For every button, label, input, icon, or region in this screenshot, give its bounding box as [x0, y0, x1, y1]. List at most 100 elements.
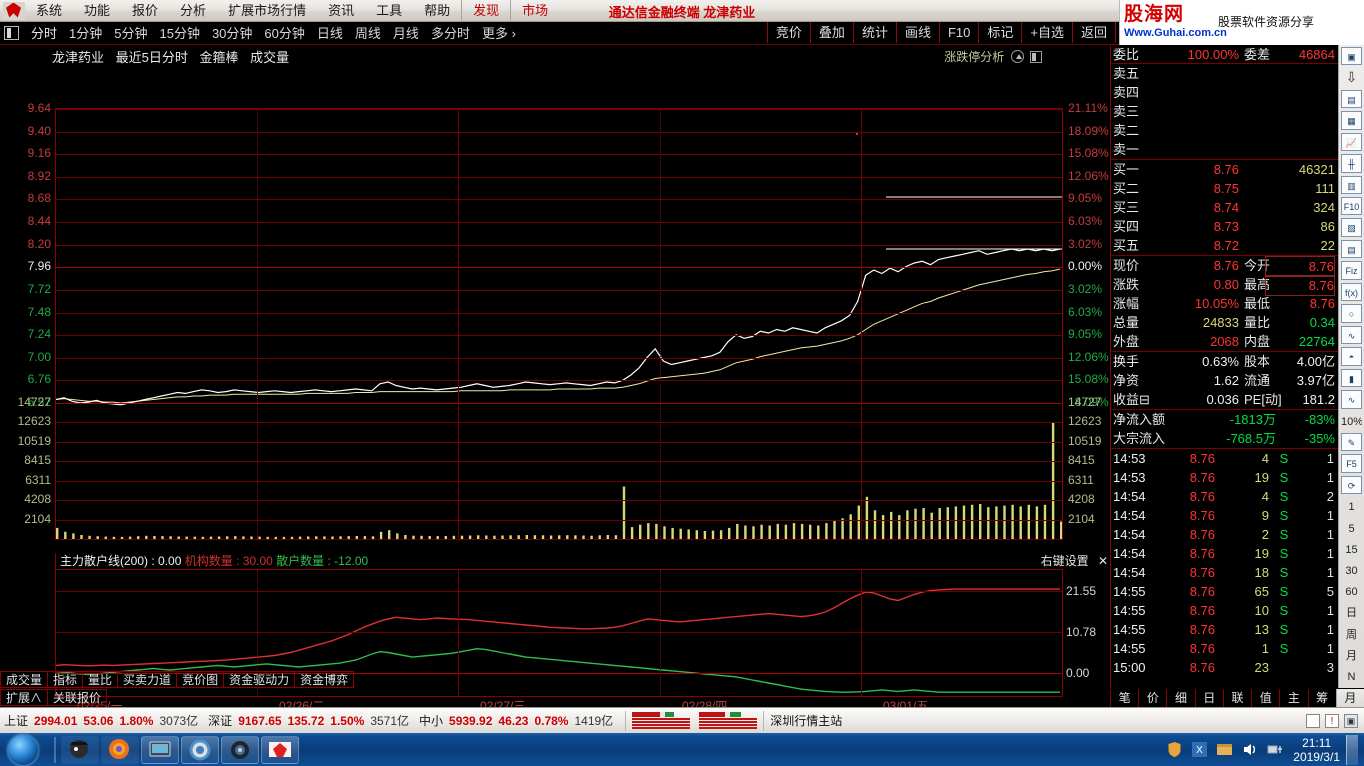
- button-statistics[interactable]: 统计: [852, 22, 896, 43]
- button-back[interactable]: 返回: [1071, 22, 1116, 43]
- period-tab-daily[interactable]: 日线: [311, 22, 349, 45]
- alert-icon[interactable]: !: [1325, 713, 1339, 728]
- taskbar-clock[interactable]: 21:11 2019/3/1: [1287, 736, 1346, 764]
- buy-order-row[interactable]: 买四 8.73 86: [1111, 217, 1338, 236]
- menu-item-news[interactable]: 资讯: [317, 0, 365, 22]
- network-icon[interactable]: [1265, 740, 1284, 759]
- tick-row[interactable]: 14:55 8.76 10 S 1: [1111, 601, 1338, 620]
- page-icon[interactable]: [1306, 713, 1320, 728]
- quote-tab[interactable]: 值: [1251, 688, 1279, 707]
- expand-up-icon[interactable]: [1010, 50, 1024, 63]
- button-drawline[interactable]: 画线: [895, 22, 939, 43]
- tick-row[interactable]: 14:54 8.76 2 S 1: [1111, 525, 1338, 544]
- refresh-icon[interactable]: ⟳: [1341, 475, 1362, 495]
- sell-order-row[interactable]: 卖五: [1111, 64, 1338, 83]
- period-tab-5min[interactable]: 5分钟: [108, 22, 153, 45]
- quote-tab[interactable]: 主: [1279, 688, 1307, 707]
- menu-item-function[interactable]: 功能: [73, 0, 121, 22]
- period-tab-intraday[interactable]: 分时: [25, 22, 63, 45]
- security-icon[interactable]: [1165, 740, 1184, 759]
- wave-icon[interactable]: ∿: [1341, 325, 1362, 345]
- f10-icon[interactable]: F10: [1341, 197, 1362, 216]
- buy-order-row[interactable]: 买一 8.76 46321: [1111, 160, 1338, 179]
- tick-row[interactable]: 15:00 8.76 23 3: [1111, 658, 1338, 677]
- quote-tab[interactable]: 价: [1138, 688, 1166, 707]
- fiz-icon[interactable]: Fiz: [1341, 261, 1362, 280]
- taskbar-icon-firefox[interactable]: [101, 735, 139, 764]
- quote-tab[interactable]: 月: [1335, 688, 1364, 707]
- menu-item-help[interactable]: 帮助: [413, 0, 461, 22]
- button-f10[interactable]: F10: [938, 22, 978, 43]
- menu-item-quote[interactable]: 报价: [121, 0, 169, 22]
- menu-item-system[interactable]: 系统: [25, 0, 73, 22]
- button-overlay[interactable]: 叠加: [809, 22, 853, 43]
- tick-row[interactable]: 14:54 8.76 9 S 1: [1111, 506, 1338, 525]
- period-month-icon[interactable]: 月: [1341, 646, 1362, 664]
- quote-tab[interactable]: 联: [1222, 688, 1251, 707]
- chart-area[interactable]: 龙津药业 最近5日分时 金箍棒 成交量 涨跌停分析 9.64 9.40 9.16 8.…: [0, 45, 1110, 734]
- period-n-icon[interactable]: N: [1341, 667, 1362, 685]
- menu-item-discover[interactable]: 发现: [461, 0, 510, 22]
- tick-row[interactable]: 14:54 8.76 4 S 2: [1111, 487, 1338, 506]
- period-1-icon[interactable]: 1: [1341, 497, 1362, 515]
- button-auction[interactable]: 竞价: [766, 22, 810, 43]
- function-icon[interactable]: f(x): [1341, 282, 1362, 302]
- indicator-tab[interactable]: 竞价图: [177, 670, 225, 688]
- taskbar-icon-chrome[interactable]: [181, 735, 219, 764]
- taskbar-icon-monitor[interactable]: [141, 735, 179, 764]
- period-tab-30min[interactable]: 30分钟: [206, 22, 258, 45]
- sell-order-row[interactable]: 卖二: [1111, 121, 1338, 140]
- indicator-tab[interactable]: 资金驱动力: [224, 670, 296, 688]
- taskbar-icon-tdx[interactable]: [261, 735, 299, 764]
- sell-order-row[interactable]: 卖一: [1111, 140, 1338, 159]
- secondary-tab[interactable]: 扩展∧: [0, 688, 49, 706]
- pencil-icon[interactable]: ✎: [1341, 432, 1362, 452]
- index-quote-sz[interactable]: 深证 9167.65 135.72 1.50% 3571亿: [208, 712, 415, 729]
- taskbar-icon-pirate[interactable]: [61, 735, 99, 764]
- area-chart-icon[interactable]: ◓: [1341, 347, 1362, 366]
- indicator-tab[interactable]: 量比: [83, 670, 119, 688]
- indicator-tab[interactable]: 成交量: [0, 670, 49, 688]
- close-icon[interactable]: ✕: [1098, 554, 1108, 568]
- right-click-settings[interactable]: 右键设置 ✕: [1041, 553, 1108, 569]
- menu-item-market[interactable]: 市场: [510, 0, 559, 22]
- buy-order-row[interactable]: 买三 8.74 324: [1111, 198, 1338, 217]
- checklist-icon[interactable]: ▤: [1341, 89, 1362, 109]
- quote-tab[interactable]: 细: [1166, 688, 1194, 707]
- panel-toggle-icon[interactable]: [4, 26, 19, 40]
- sell-order-row[interactable]: 卖四: [1111, 83, 1338, 102]
- period-tab-monthly[interactable]: 月线: [387, 22, 425, 45]
- period-tab-60min[interactable]: 60分钟: [258, 22, 310, 45]
- buy-order-row[interactable]: 买二 8.75 111: [1111, 179, 1338, 198]
- quote-tab[interactable]: 日: [1194, 688, 1223, 707]
- menu-item-analysis[interactable]: 分析: [169, 0, 217, 22]
- pulse-icon[interactable]: ∿: [1341, 390, 1362, 409]
- percent-10-icon[interactable]: 10%: [1341, 412, 1362, 430]
- indicator-tab[interactable]: 指标: [48, 670, 84, 688]
- buy-order-row[interactable]: 买五 8.72 22: [1111, 236, 1338, 255]
- start-orb-icon[interactable]: [2, 734, 50, 765]
- menu-item-tools[interactable]: 工具: [365, 0, 413, 22]
- quote-tab[interactable]: 筹: [1307, 688, 1336, 707]
- panel-icon[interactable]: ▣: [1341, 47, 1362, 66]
- panel-split-icon[interactable]: [1030, 51, 1042, 63]
- period-5-icon[interactable]: 5: [1341, 519, 1362, 537]
- tick-row[interactable]: 14:54 8.76 19 S 1: [1111, 544, 1338, 563]
- period-tab-15min[interactable]: 15分钟: [153, 22, 205, 45]
- report-icon[interactable]: ▥: [1341, 175, 1362, 195]
- period-day-icon[interactable]: 日: [1341, 603, 1362, 621]
- tick-row[interactable]: 14:53 8.76 4 S 1: [1111, 449, 1338, 468]
- taskbar-icon-camera[interactable]: [221, 735, 259, 764]
- volume-icon[interactable]: [1240, 740, 1259, 759]
- server-status[interactable]: 深圳行情主站: [770, 712, 842, 729]
- index-quote-sh[interactable]: 上证 2994.01 53.06 1.80% 3073亿: [4, 712, 204, 729]
- period-tab-multi-intraday[interactable]: 多分时: [425, 22, 476, 45]
- period-week-icon[interactable]: 周: [1341, 625, 1362, 643]
- period-tab-1min[interactable]: 1分钟: [63, 22, 108, 45]
- tick-row[interactable]: 14:54 8.76 18 S 1: [1111, 563, 1338, 582]
- f5-icon[interactable]: F5: [1341, 454, 1362, 473]
- notebook-icon[interactable]: ▤: [1341, 239, 1362, 259]
- show-desktop-button[interactable]: [1346, 734, 1358, 765]
- quote-tab[interactable]: 笔: [1110, 688, 1138, 707]
- layout-icon[interactable]: ▨: [1341, 218, 1362, 237]
